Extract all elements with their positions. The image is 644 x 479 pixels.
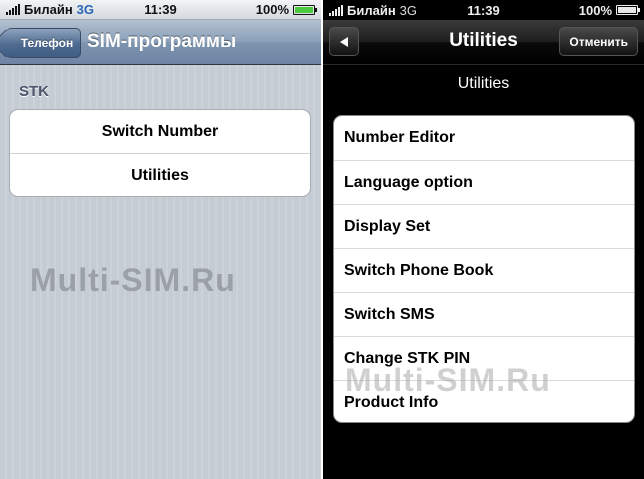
watermark: Multi-SIM.Ru <box>30 262 236 298</box>
network-type: 3G <box>399 2 418 18</box>
back-button[interactable] <box>329 27 359 56</box>
menu-group: Number Editor Language option Display Se… <box>333 115 635 423</box>
battery-icon <box>293 4 317 15</box>
carrier-name: Билайн <box>347 2 396 18</box>
signal-strength-icon <box>6 4 20 15</box>
battery-percent: 100% <box>255 2 289 17</box>
menu-item-number-editor[interactable]: Number Editor <box>334 116 634 160</box>
battery-percent: 100% <box>578 2 612 18</box>
menu-item-switch-number[interactable]: Switch Number <box>10 110 310 153</box>
cancel-button[interactable]: Отменить <box>559 27 638 56</box>
back-button-label: Телефон <box>20 36 74 50</box>
page-title: SIM-программы <box>87 31 237 52</box>
menu-item-utilities[interactable]: Utilities <box>10 153 310 196</box>
network-type: 3G <box>76 2 95 17</box>
menu-item-change-stk-pin[interactable]: Change STK PIN <box>334 336 634 380</box>
back-button[interactable]: Телефон <box>6 28 81 58</box>
navigation-bar: Телефон SIM-программы <box>0 20 321 65</box>
navigation-bar: Utilities Отменить <box>323 20 644 65</box>
right-screen: Билайн 3G 11:39 100% Utilities Отменить … <box>323 0 644 479</box>
left-screen: Билайн 3G 11:39 100% Телефон SIM-програм… <box>0 0 321 479</box>
menu-item-product-info[interactable]: Product Info <box>334 380 634 422</box>
menu-group: Switch Number Utilities <box>9 109 311 197</box>
menu-item-switch-phone-book[interactable]: Switch Phone Book <box>334 248 634 292</box>
battery-icon <box>616 5 640 15</box>
signal-strength-icon <box>329 4 343 16</box>
status-bar: Билайн 3G 11:39 100% <box>0 0 321 20</box>
menu-item-language-option[interactable]: Language option <box>334 160 634 204</box>
carrier-name: Билайн <box>24 2 73 17</box>
back-arrow-icon <box>340 36 348 47</box>
menu-item-switch-sms[interactable]: Switch SMS <box>334 292 634 336</box>
status-bar: Билайн 3G 11:39 100% <box>323 0 644 20</box>
menu-item-display-set[interactable]: Display Set <box>334 204 634 248</box>
section-label: STK <box>19 83 49 100</box>
menu-subtitle: Utilities <box>457 75 510 92</box>
